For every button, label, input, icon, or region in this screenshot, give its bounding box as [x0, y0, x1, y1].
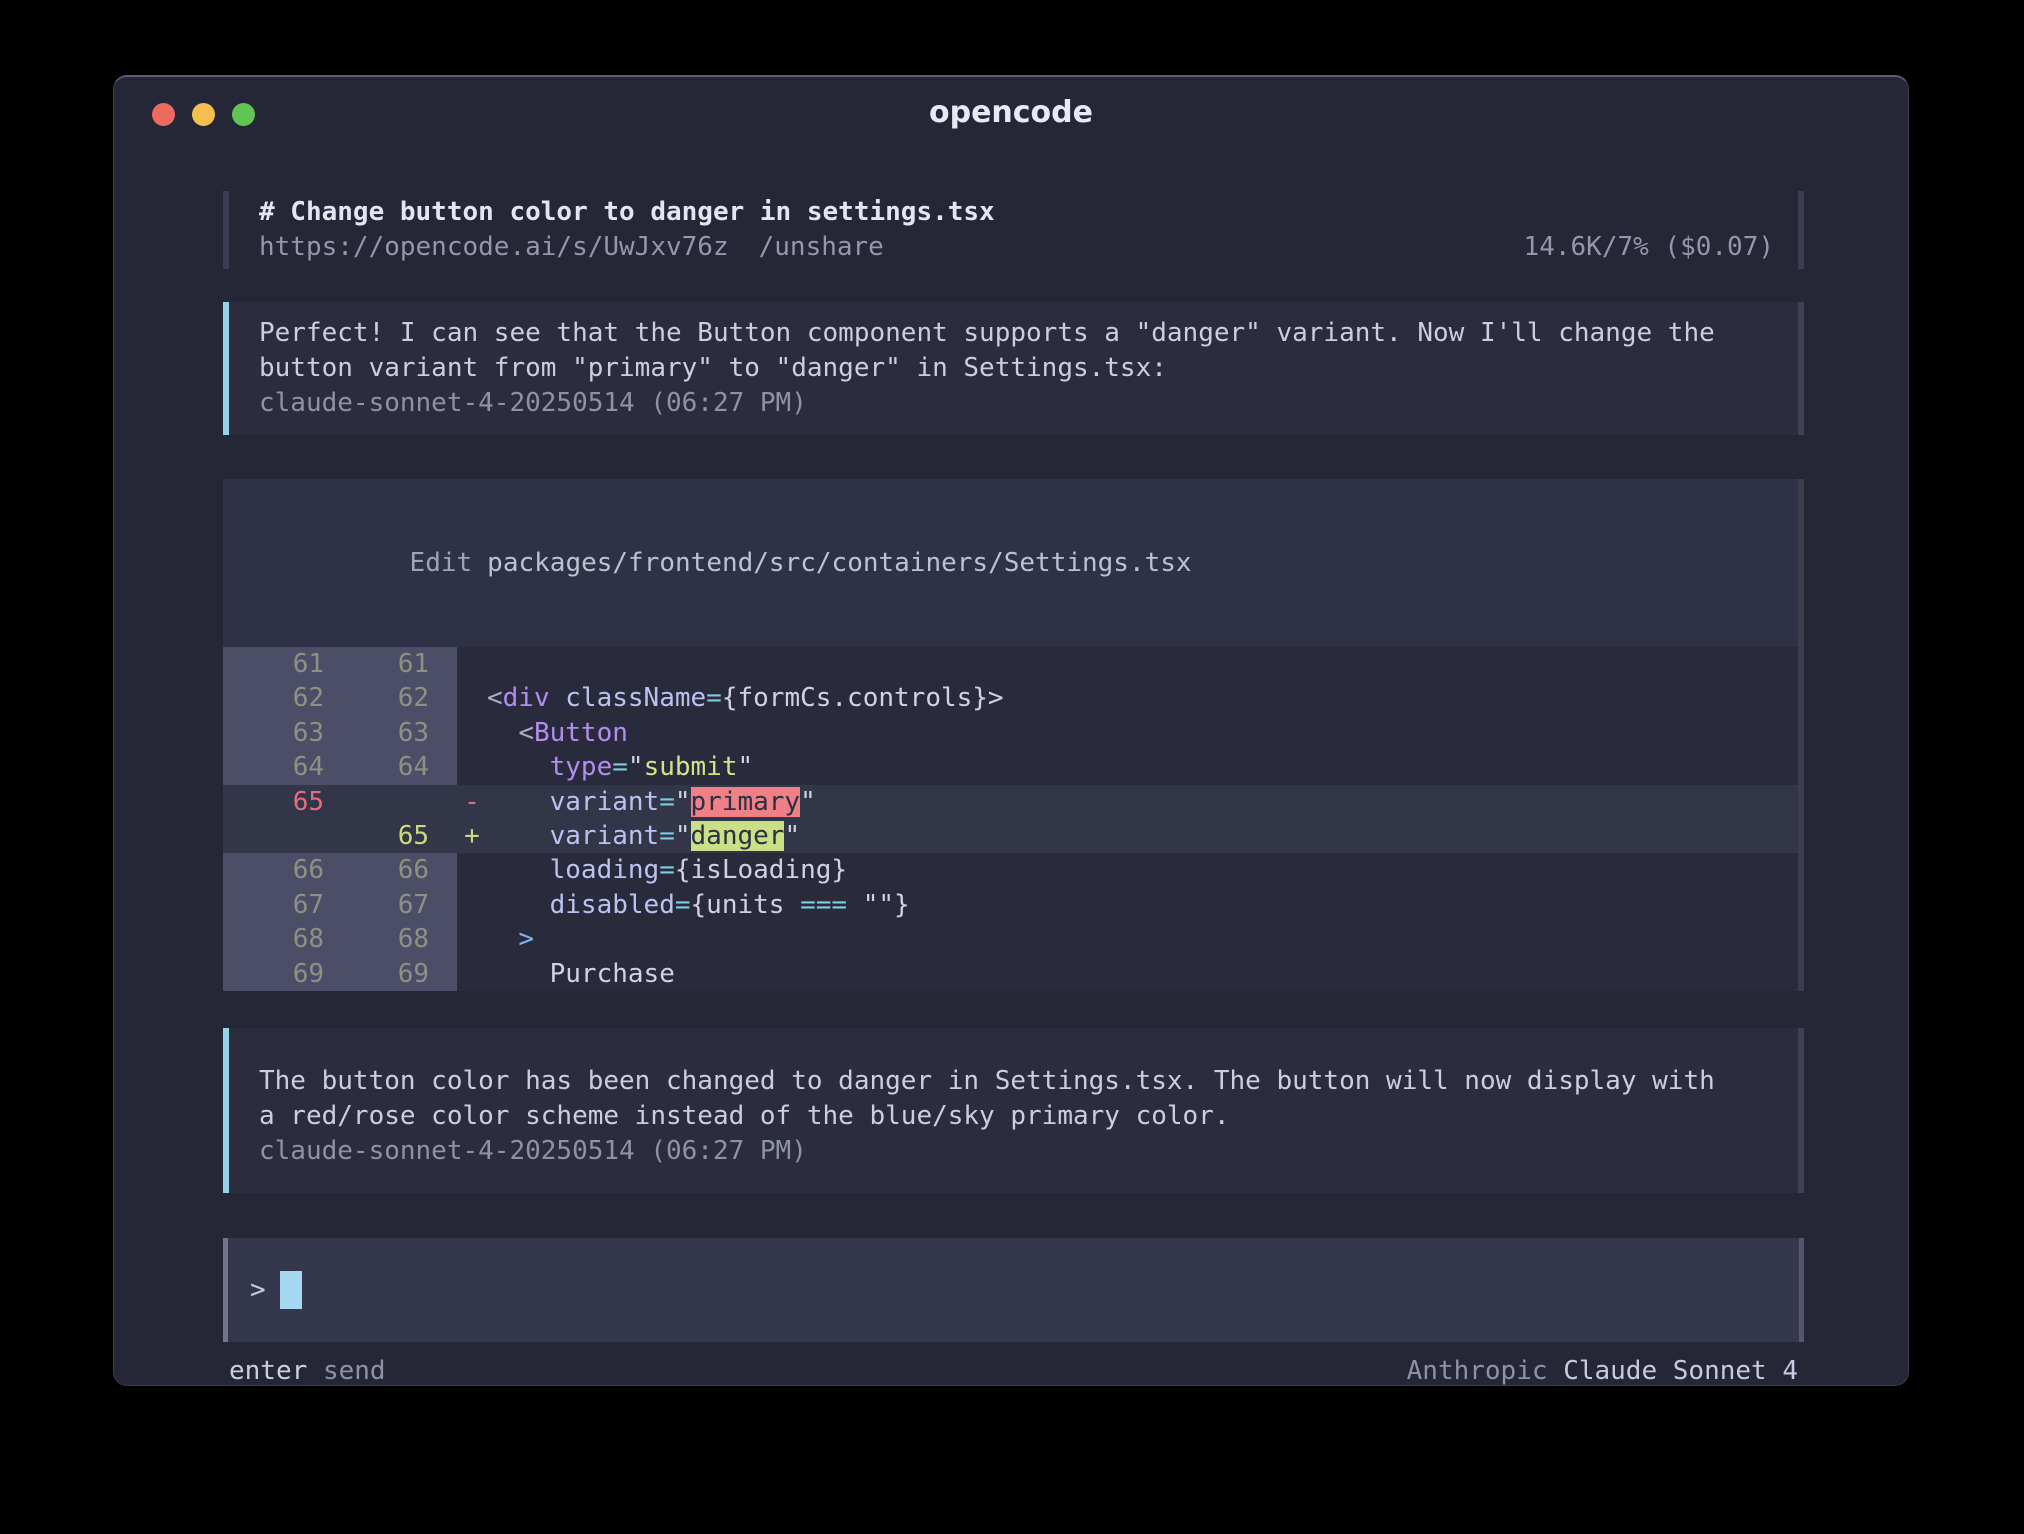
edit-tool-card: Edit packages/frontend/src/containers/Set…	[223, 479, 1804, 991]
old-line-number: 68	[223, 922, 324, 956]
edit-file-path: packages/frontend/src/containers/Setting…	[487, 548, 1191, 578]
diff-marker	[457, 888, 487, 922]
diff-gutter: 6161	[223, 647, 457, 681]
share-info: https://opencode.ai/s/UwJxv76z/unshare	[259, 230, 884, 265]
diff-row: 6767 disabled={units === ""}	[223, 888, 1798, 922]
new-line-number: 61	[324, 647, 429, 681]
assistant-message: The button color has been changed to dan…	[223, 1028, 1804, 1193]
share-url[interactable]: https://opencode.ai/s/UwJxv76z	[259, 232, 729, 262]
diff-marker	[457, 681, 487, 715]
code-line: variant="danger"	[487, 819, 800, 853]
message-meta: claude-sonnet-4-20250514 (06:27 PM)	[259, 1134, 1774, 1169]
diff-row: 6464 type="submit"	[223, 750, 1798, 784]
main-content: # Change button color to danger in setti…	[114, 147, 1908, 1386]
diff-row: 6666 loading={isLoading}	[223, 853, 1798, 887]
new-line-number: 65	[324, 819, 429, 853]
old-line-number: 67	[223, 888, 324, 922]
new-line-number: 67	[324, 888, 429, 922]
minimize-button[interactable]	[192, 103, 215, 126]
diff-gutter: 65	[223, 819, 457, 853]
code-line: Purchase	[487, 957, 675, 991]
message-line: Perfect! I can see that the Button compo…	[259, 316, 1774, 351]
titlebar: opencode	[114, 77, 1908, 147]
new-line-number: 69	[324, 957, 429, 991]
diff-marker	[457, 716, 487, 750]
window-title: opencode	[114, 77, 1908, 149]
text-cursor	[280, 1271, 302, 1309]
traffic-lights	[152, 103, 255, 126]
diff-gutter: 6363	[223, 716, 457, 750]
diff-marker	[457, 922, 487, 956]
prompt-input[interactable]: >	[223, 1238, 1804, 1342]
old-line-number: 63	[223, 716, 324, 750]
old-line-number: 69	[223, 957, 324, 991]
edit-verb: Edit	[410, 548, 473, 578]
diff-marker	[457, 957, 487, 991]
code-line: >	[487, 922, 534, 956]
code-line: <div className={formCs.controls}>	[487, 681, 1004, 715]
old-line-number: 66	[223, 853, 324, 887]
assistant-message: Perfect! I can see that the Button compo…	[223, 302, 1804, 435]
diff-marker: +	[457, 819, 487, 853]
diff-gutter: 6868	[223, 922, 457, 956]
diff-table: 61616262 <div className={formCs.controls}…	[223, 647, 1798, 991]
new-line-number: 68	[324, 922, 429, 956]
session-subline: https://opencode.ai/s/UwJxv76z/unshare 1…	[259, 230, 1774, 265]
diff-gutter: 65	[223, 785, 457, 819]
diff-marker	[457, 647, 487, 681]
unshare-command[interactable]: /unshare	[759, 232, 884, 262]
diff-gutter: 6969	[223, 957, 457, 991]
send-key: enter	[229, 1356, 307, 1386]
diff-marker	[457, 750, 487, 784]
diff-gutter: 6666	[223, 853, 457, 887]
hint-row: enter send Anthropic Claude Sonnet 4	[223, 1356, 1804, 1386]
code-line: <Button	[487, 716, 628, 750]
model-name: Claude Sonnet 4	[1563, 1356, 1798, 1386]
new-line-number	[324, 785, 429, 819]
code-line: disabled={units === ""}	[487, 888, 910, 922]
new-line-number: 62	[324, 681, 429, 715]
message-line: a red/rose color scheme instead of the b…	[259, 1099, 1774, 1134]
diff-row: 6868 >	[223, 922, 1798, 956]
diff-gutter: 6767	[223, 888, 457, 922]
diff-gutter: 6262	[223, 681, 457, 715]
send-hint: enter send	[229, 1356, 386, 1386]
model-indicator: Anthropic Claude Sonnet 4	[1407, 1356, 1798, 1386]
close-button[interactable]	[152, 103, 175, 126]
new-line-number: 63	[324, 716, 429, 750]
edit-tool-header: Edit packages/frontend/src/containers/Set…	[223, 479, 1798, 647]
diff-row: 65 + variant="danger"	[223, 819, 1798, 853]
token-stats: 14.6K/7% ($0.07)	[1524, 230, 1774, 265]
code-line: variant="primary"	[487, 785, 816, 819]
diff-row: 6363 <Button	[223, 716, 1798, 750]
new-line-number: 64	[324, 750, 429, 784]
provider-name: Anthropic	[1407, 1356, 1548, 1386]
old-line-number	[223, 819, 324, 853]
diff-marker: -	[457, 785, 487, 819]
diff-row: 65 - variant="primary"	[223, 785, 1798, 819]
diff-marker	[457, 853, 487, 887]
old-line-number: 64	[223, 750, 324, 784]
diff-row: 6161	[223, 647, 1798, 681]
message-line: button variant from "primary" to "danger…	[259, 351, 1774, 386]
session-title: # Change button color to danger in setti…	[259, 195, 1774, 230]
code-line: loading={isLoading}	[487, 853, 847, 887]
diff-gutter: 6464	[223, 750, 457, 784]
code-line: type="submit"	[487, 750, 753, 784]
prompt-symbol: >	[250, 1271, 266, 1309]
zoom-button[interactable]	[232, 103, 255, 126]
message-line: The button color has been changed to dan…	[259, 1064, 1774, 1099]
session-header: # Change button color to danger in setti…	[223, 191, 1804, 269]
old-line-number: 61	[223, 647, 324, 681]
diff-row: 6262 <div className={formCs.controls}>	[223, 681, 1798, 715]
screen: opencode # Change button color to danger…	[0, 0, 2024, 1534]
send-action: send	[323, 1356, 386, 1386]
diff-row: 6969 Purchase	[223, 957, 1798, 991]
message-meta: claude-sonnet-4-20250514 (06:27 PM)	[259, 386, 1774, 421]
terminal-window: opencode # Change button color to danger…	[113, 75, 1909, 1386]
old-line-number: 65	[223, 785, 324, 819]
old-line-number: 62	[223, 681, 324, 715]
new-line-number: 66	[324, 853, 429, 887]
